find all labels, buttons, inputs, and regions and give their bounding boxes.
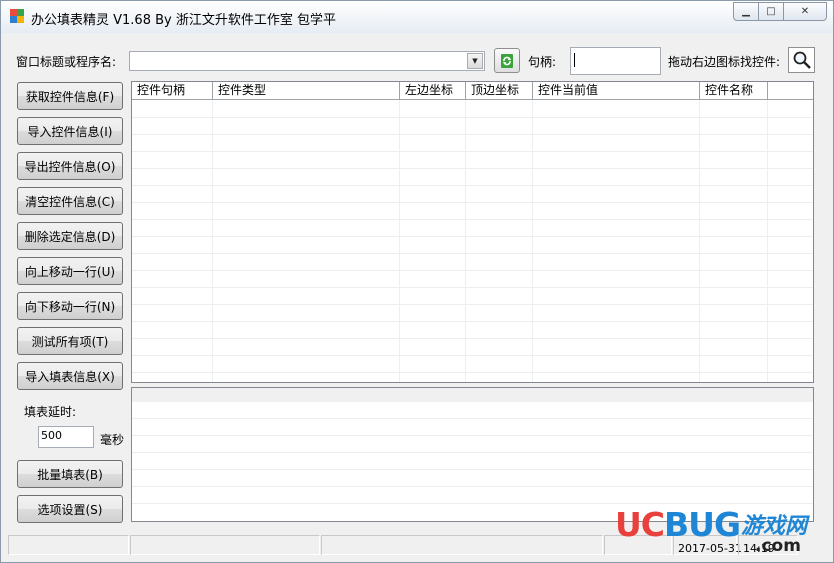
grid-line — [532, 100, 533, 382]
grid-line — [132, 151, 813, 152]
get-control-info-button[interactable]: 获取控件信息(F) — [17, 82, 123, 110]
grid-line — [132, 202, 813, 203]
import-fill-info-button[interactable]: 导入填表信息(X) — [17, 362, 123, 390]
control-list[interactable]: 控件句柄 控件类型 左边坐标 顶边坐标 控件当前值 控件名称 — [131, 81, 814, 383]
grid-line — [132, 372, 813, 373]
grid-line — [699, 100, 700, 382]
watermark-brand: UCBUG — [615, 505, 741, 544]
handle-input[interactable] — [570, 47, 661, 75]
grid-line — [132, 503, 813, 504]
text-caret — [574, 53, 575, 67]
watermark-brand-b: BUG — [664, 505, 741, 544]
grid-line — [132, 253, 813, 254]
grid-line — [132, 469, 813, 470]
grid-line — [132, 287, 813, 288]
column-header[interactable]: 左边坐标 — [400, 82, 466, 99]
grid-line — [132, 418, 813, 419]
magnifier-icon — [793, 51, 811, 69]
clear-control-info-button[interactable]: 清空控件信息(C) — [17, 187, 123, 215]
delay-unit: 毫秒 — [100, 433, 125, 447]
finder-tool[interactable] — [788, 47, 815, 73]
delete-selected-button[interactable]: 删除选定信息(D) — [17, 222, 123, 250]
app-icon — [10, 9, 24, 23]
delay-input[interactable]: 500 — [38, 426, 94, 448]
grid-line — [132, 338, 813, 339]
grid-line — [465, 100, 466, 382]
grid-line — [132, 304, 813, 305]
export-control-info-button[interactable]: 导出控件信息(O) — [17, 152, 123, 180]
grid-line — [132, 486, 813, 487]
delay-label: 填表延时: — [24, 405, 77, 419]
window-title-label: 窗口标题或程序名: — [16, 55, 117, 69]
column-header[interactable]: 控件类型 — [213, 82, 400, 99]
grid-line — [212, 100, 213, 382]
window-title-combo[interactable]: ▼ — [129, 51, 485, 71]
grid-line — [399, 100, 400, 382]
move-up-button[interactable]: 向上移动一行(U) — [17, 257, 123, 285]
grid-line — [132, 452, 813, 453]
handle-label: 句柄: — [528, 55, 557, 69]
column-header[interactable]: 控件句柄 — [132, 82, 213, 99]
grid-line — [132, 355, 813, 356]
caption-buttons: ▁ □ ✕ — [733, 2, 827, 22]
status-cell — [321, 535, 603, 555]
refresh-icon — [501, 53, 513, 68]
grid-line — [132, 219, 813, 220]
move-down-button[interactable]: 向下移动一行(N) — [17, 292, 123, 320]
grid-line — [132, 236, 813, 237]
grid-header: 控件句柄 控件类型 左边坐标 顶边坐标 控件当前值 控件名称 — [132, 82, 813, 100]
grid-line — [132, 321, 813, 322]
grid-line — [132, 185, 813, 186]
grid-line — [132, 168, 813, 169]
close-button[interactable]: ✕ — [783, 2, 827, 21]
minimize-button[interactable]: ▁ — [733, 2, 759, 21]
grid-line — [132, 134, 813, 135]
column-header[interactable]: 控件当前值 — [533, 82, 700, 99]
minimize-icon: ▁ — [742, 6, 750, 17]
column-header[interactable]: 顶边坐标 — [466, 82, 533, 99]
grid-line — [132, 435, 813, 436]
test-all-button[interactable]: 测试所有项(T) — [17, 327, 123, 355]
main-window: 办公填表精灵 V1.68 By 浙江文升软件工作室 包学平 ▁ □ ✕ 窗口标题… — [0, 0, 834, 563]
refresh-button[interactable] — [494, 48, 520, 73]
status-cell — [8, 535, 129, 555]
import-control-info-button[interactable]: 导入控件信息(I) — [17, 117, 123, 145]
options-button[interactable]: 选项设置(S) — [17, 495, 123, 523]
watermark-brand-a: UC — [615, 505, 665, 544]
fill-info-header — [132, 388, 813, 402]
watermark-logo: UCBUG 游戏网 .com — [615, 506, 825, 558]
maximize-button[interactable]: □ — [758, 2, 784, 21]
grid-line — [132, 270, 813, 271]
batch-fill-button[interactable]: 批量填表(B) — [17, 460, 123, 488]
grid-line — [767, 100, 768, 382]
fill-info-list[interactable] — [131, 387, 814, 522]
watermark-domain: .com — [755, 536, 801, 556]
close-icon: ✕ — [800, 6, 810, 17]
column-header[interactable]: 控件名称 — [700, 82, 768, 99]
title-bar[interactable]: 办公填表精灵 V1.68 By 浙江文升软件工作室 包学平 ▁ □ ✕ — [1, 1, 833, 33]
grid-line — [132, 117, 813, 118]
chevron-down-icon[interactable]: ▼ — [467, 53, 483, 69]
status-cell — [130, 535, 320, 555]
finder-label: 拖动右边图标找控件: — [668, 55, 781, 69]
window-title: 办公填表精灵 V1.68 By 浙江文升软件工作室 包学平 — [31, 13, 336, 28]
maximize-icon: □ — [766, 6, 776, 17]
